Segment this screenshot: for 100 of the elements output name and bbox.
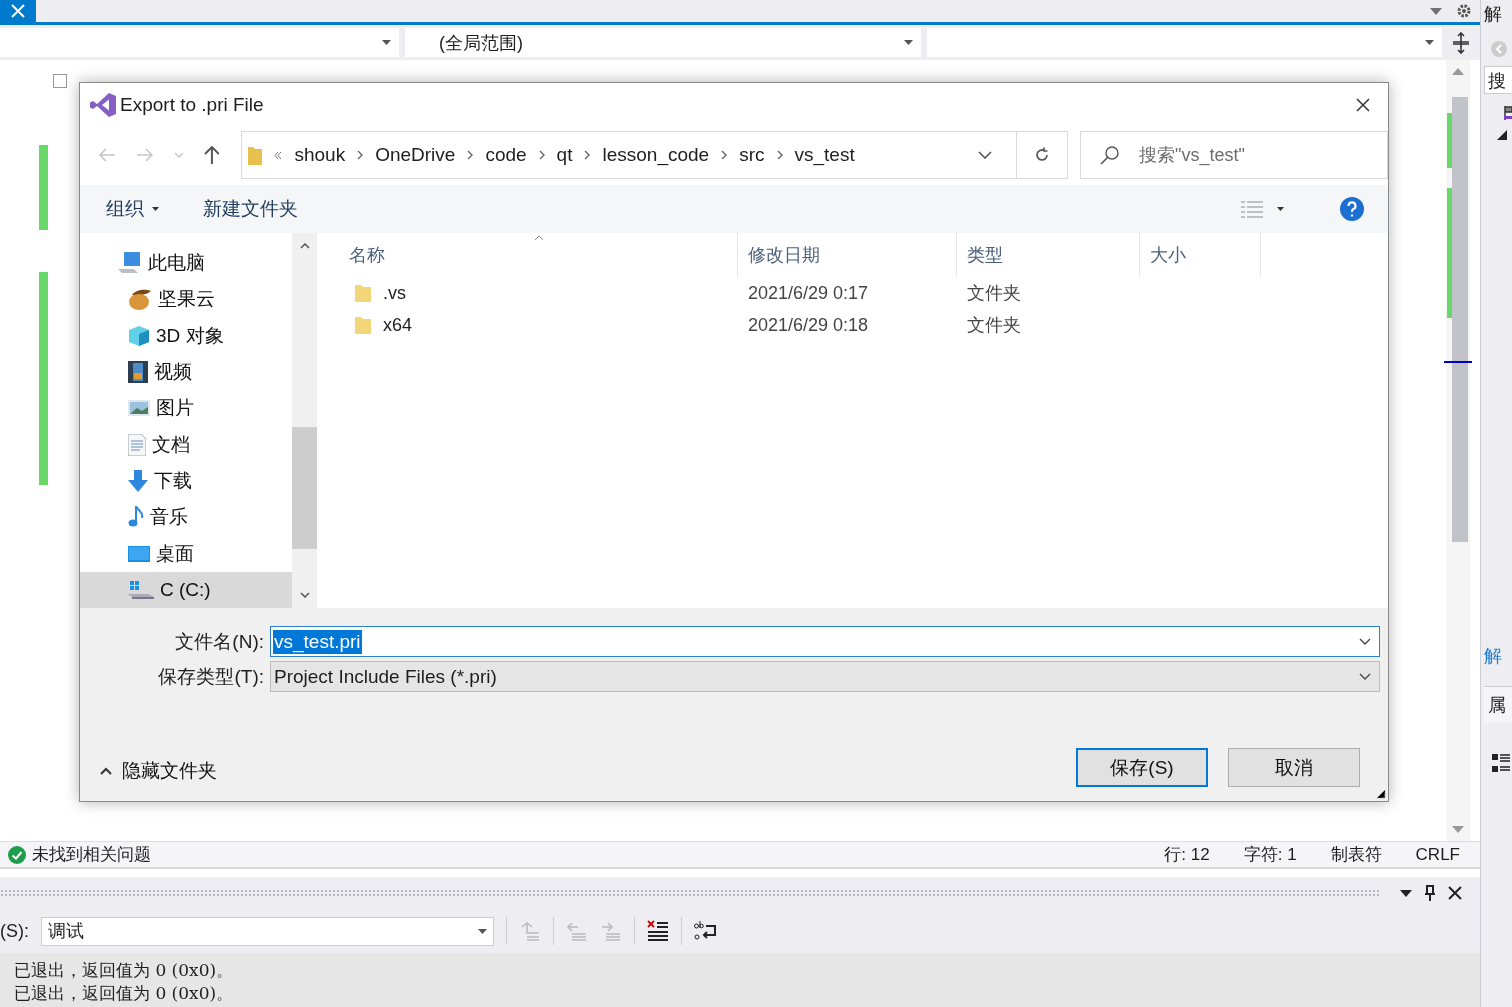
clear-all-icon[interactable] bbox=[647, 920, 669, 942]
file-name[interactable]: x64 bbox=[383, 314, 413, 336]
new-folder-button[interactable]: 新建文件夹 bbox=[203, 196, 298, 222]
tree-item[interactable]: 文档 bbox=[80, 426, 292, 463]
close-icon[interactable] bbox=[1356, 98, 1370, 112]
column-header[interactable]: 类型 bbox=[957, 233, 1140, 277]
cancel-button[interactable]: 取消 bbox=[1228, 748, 1360, 787]
path-segment[interactable]: OneDrive bbox=[375, 144, 456, 166]
change-marker bbox=[1447, 113, 1452, 168]
chevron-right-icon[interactable] bbox=[776, 150, 783, 160]
pin-icon[interactable] bbox=[1424, 885, 1436, 901]
file-name[interactable]: .vs bbox=[383, 282, 406, 304]
collapse-toggle[interactable] bbox=[53, 74, 67, 88]
refresh-icon bbox=[1034, 147, 1050, 163]
file-type-label: 保存类型(T): bbox=[157, 664, 264, 689]
tree-item[interactable]: 视频 bbox=[80, 353, 292, 391]
close-icon[interactable] bbox=[1448, 886, 1462, 900]
status-message: 未找到相关问题 bbox=[32, 844, 151, 866]
chevron-right-icon[interactable] bbox=[721, 150, 728, 160]
dropdown-caret-icon[interactable] bbox=[1277, 207, 1284, 211]
search-icon bbox=[1100, 145, 1120, 165]
path-segment[interactable]: src bbox=[739, 144, 765, 166]
dropdown-caret-icon[interactable] bbox=[1400, 889, 1412, 897]
output-source-label: (S): bbox=[0, 920, 29, 942]
close-icon bbox=[10, 3, 26, 19]
chevron-right-icon[interactable] bbox=[467, 150, 474, 160]
scrollbar-thumb[interactable] bbox=[292, 427, 317, 549]
acorn-icon bbox=[128, 287, 152, 312]
panel-grip[interactable] bbox=[0, 889, 1380, 897]
landscape-icon bbox=[128, 400, 150, 417]
search-field[interactable]: 搜索"vs_test" bbox=[1080, 131, 1388, 179]
folder-icon bbox=[355, 316, 371, 334]
split-window-icon[interactable] bbox=[1452, 31, 1470, 54]
tree-item[interactable]: 3D 对象 bbox=[80, 317, 292, 354]
caret-icon bbox=[904, 40, 913, 45]
chevron-right-icon[interactable] bbox=[584, 150, 591, 160]
path-segment[interactable]: qt bbox=[556, 144, 573, 166]
document-icon bbox=[128, 433, 146, 456]
output-source-dropdown[interactable]: 调试 bbox=[41, 916, 494, 946]
panel-title: 解 bbox=[1484, 3, 1502, 26]
up-arrow-icon[interactable] bbox=[203, 146, 220, 164]
organize-menu[interactable]: 组织 bbox=[106, 196, 159, 222]
path-segment[interactable]: vs_test bbox=[794, 144, 855, 166]
column-header[interactable]: 修改日期 bbox=[738, 233, 957, 277]
modified-date: 2021/6/29 0:18 bbox=[748, 314, 869, 336]
path-segment[interactable]: code bbox=[485, 144, 527, 166]
tree-item[interactable]: 桌面 bbox=[80, 535, 292, 572]
panel-tab-link[interactable]: 解 bbox=[1484, 644, 1502, 668]
caret-position-marker bbox=[1444, 361, 1472, 363]
chevron-right-icon[interactable] bbox=[538, 150, 545, 160]
modified-date: 2021/6/29 0:17 bbox=[748, 282, 869, 304]
close-tab-button[interactable] bbox=[0, 0, 36, 22]
folder-icon bbox=[248, 145, 263, 165]
properties-header: 属 bbox=[1484, 686, 1512, 723]
chevron-up-icon bbox=[100, 766, 112, 775]
hide-folders-toggle[interactable]: 隐藏文件夹 bbox=[94, 756, 223, 785]
word-wrap-icon[interactable] bbox=[694, 920, 718, 942]
chevron-down-icon bbox=[1359, 673, 1371, 680]
chevron-down-icon bbox=[1359, 638, 1371, 645]
desktop-icon bbox=[128, 545, 150, 562]
tree-item[interactable]: 图片 bbox=[80, 390, 292, 427]
film-icon bbox=[128, 361, 148, 384]
line-ending[interactable]: CRLF bbox=[1415, 844, 1460, 865]
file-type: 文件夹 bbox=[967, 282, 1021, 305]
tree-item[interactable]: 坚果云 bbox=[80, 281, 292, 318]
file-type: 文件夹 bbox=[967, 314, 1021, 337]
resize-grip-icon[interactable] bbox=[1376, 789, 1386, 799]
gear-icon[interactable] bbox=[1456, 3, 1472, 19]
column-header[interactable]: 名称 bbox=[318, 233, 738, 277]
output-line: 已退出，返回值为 0 (0x0)。 bbox=[14, 982, 235, 1005]
file-name-label: 文件名(N): bbox=[174, 629, 264, 654]
tree-item[interactable]: C (C:) bbox=[80, 571, 292, 608]
tree-item[interactable]: 下载 bbox=[80, 462, 292, 500]
help-icon[interactable] bbox=[1340, 197, 1364, 221]
path-segment[interactable]: shouk bbox=[294, 144, 346, 166]
file-name-field[interactable]: vs_test.pri bbox=[270, 626, 1380, 657]
indent-mode[interactable]: 制表符 bbox=[1330, 843, 1382, 866]
monitor-icon bbox=[118, 252, 142, 275]
scope-dropdown[interactable]: (全局范围) bbox=[405, 28, 921, 57]
folder-icon bbox=[355, 284, 371, 302]
tree-item[interactable]: 音乐 bbox=[80, 499, 292, 536]
cube-icon bbox=[128, 324, 150, 347]
search-field[interactable]: 搜 bbox=[1484, 66, 1512, 94]
tree-item[interactable]: 此电脑 bbox=[80, 245, 292, 282]
double-chevron-icon[interactable] bbox=[274, 151, 283, 159]
save-button[interactable]: 保存(S) bbox=[1076, 748, 1208, 787]
path-segment[interactable]: lesson_code bbox=[602, 144, 710, 166]
music-note-icon bbox=[128, 506, 144, 529]
line-number[interactable]: 行: 12 bbox=[1164, 843, 1210, 866]
address-bar[interactable]: shouk OneDrive code qt lesson_code src vs_test bbox=[241, 131, 1068, 179]
app-logo-icon bbox=[90, 93, 116, 117]
chevron-down-icon[interactable] bbox=[978, 151, 992, 159]
scrollbar-thumb[interactable] bbox=[1452, 97, 1468, 542]
file-type-dropdown[interactable]: Project Include Files (*.pri) bbox=[270, 661, 1380, 692]
output-line: 已退出，返回值为 0 (0x0)。 bbox=[14, 959, 235, 982]
check-circle-icon bbox=[8, 845, 26, 864]
column-header[interactable]: 大小 bbox=[1140, 233, 1261, 277]
column-number[interactable]: 字符: 1 bbox=[1243, 843, 1297, 866]
expand-triangle-icon[interactable] bbox=[1497, 130, 1507, 140]
chevron-right-icon[interactable] bbox=[357, 150, 364, 160]
